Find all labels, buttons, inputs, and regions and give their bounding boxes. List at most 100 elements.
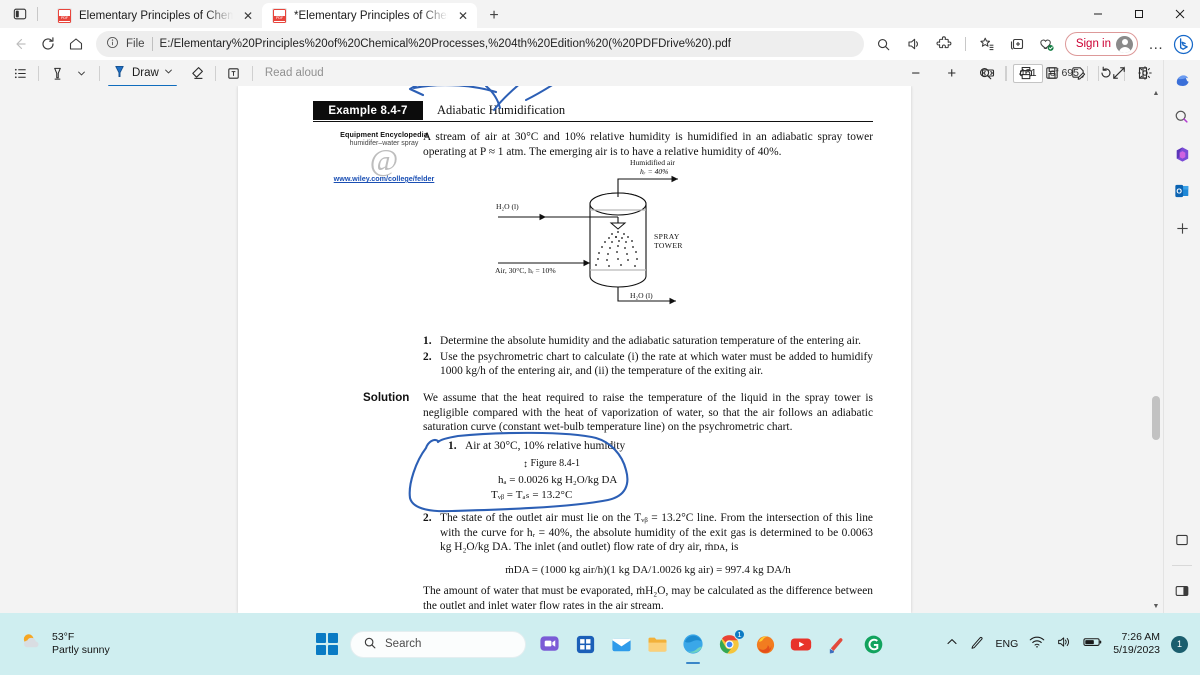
volume-icon[interactable] (1056, 635, 1072, 654)
omnibox-divider (151, 37, 153, 51)
browser-sidebar: O (1163, 60, 1200, 613)
scroll-up-arrow-icon[interactable]: ▲ (1149, 86, 1163, 100)
list-number: 2. (423, 512, 432, 524)
collections-icon[interactable] (1003, 30, 1031, 58)
zoom-out-button[interactable]: − (904, 62, 928, 84)
read-aloud-icon[interactable] (900, 30, 928, 58)
search-sidebar-icon[interactable] (1168, 103, 1196, 131)
back-arrow-icon[interactable] (6, 30, 34, 58)
eraser-icon[interactable] (185, 62, 209, 84)
highlighter-icon[interactable] (45, 62, 69, 84)
info-circle-icon[interactable] (106, 36, 119, 52)
pdf-viewer[interactable]: Example 8.4-7 Adiabatic Humidification E… (0, 86, 1163, 613)
browser-actions: Sign in … (870, 30, 1194, 58)
battery-icon[interactable] (1083, 635, 1102, 653)
list-item: 2. Use the psychrometric chart to calcul… (423, 350, 873, 379)
taskbar-app-microsoft-edge[interactable] (680, 631, 706, 657)
problem-statement: A stream of air at 30°C and 10% relative… (423, 131, 873, 158)
extensions-puzzle-icon[interactable] (930, 30, 958, 58)
settings-gear-icon[interactable] (1133, 62, 1157, 84)
fullscreen-icon[interactable] (1107, 62, 1131, 84)
sign-in-label: Sign in (1075, 38, 1111, 50)
list-number: 2. (423, 350, 432, 363)
read-aloud-label[interactable]: Read aloud (259, 67, 330, 79)
tab-close-icon[interactable]: ✕ (455, 8, 471, 24)
questions-list: 1. Determine the absolute humidity and t… (423, 334, 873, 380)
new-tab-button[interactable]: + (481, 4, 507, 28)
equation-twb: Tᵥᵦ = Tₐₛ = 13.2°C (491, 489, 573, 501)
spray-tower-diagram: Humidified air hᵣ = 40% H₂O (l) Air, 30°… (478, 158, 808, 324)
taskbar-app-microsoft-store[interactable] (572, 631, 598, 657)
scrollbar-thumb[interactable] (1152, 396, 1160, 440)
taskbar-app-youtube[interactable] (788, 631, 814, 657)
zoom-in-button[interactable]: + (940, 62, 964, 84)
add-text-icon[interactable] (222, 62, 246, 84)
diagram-label-tower-2: TOWER (654, 241, 683, 250)
taskbar-app-epic-games[interactable] (860, 631, 886, 657)
viewer-scrollbar[interactable]: ▲ ▼ (1149, 86, 1163, 613)
taskbar-app-ccleaner[interactable] (824, 631, 850, 657)
favorites-star-icon[interactable] (973, 30, 1001, 58)
home-icon[interactable] (62, 30, 90, 58)
url-text: E:/Elementary%20Principles%20of%20Chemic… (159, 38, 731, 50)
save-icon[interactable] (1040, 62, 1064, 84)
taskbar-search[interactable]: Search (350, 630, 526, 658)
solution-step-1: 1. Air at 30°C, 10% relative humidity (448, 440, 868, 452)
chrome-notification-badge: 1 (734, 629, 745, 640)
notes-icon[interactable] (1168, 526, 1196, 554)
maximize-button[interactable] (1118, 0, 1159, 28)
equipment-url[interactable]: www.wiley.com/college/felder (310, 174, 458, 183)
list-item: 2. The state of the outlet air must lie … (423, 511, 873, 555)
print-icon[interactable] (1014, 62, 1038, 84)
bing-copilot-icon[interactable] (1172, 33, 1194, 55)
address-bar[interactable]: File E:/Elementary%20Principles%20of%20C… (96, 31, 864, 57)
scroll-down-arrow-icon[interactable]: ▼ (1149, 599, 1163, 613)
minimize-button[interactable] (1077, 0, 1118, 28)
windows-start-icon[interactable] (314, 631, 340, 657)
microsoft-365-icon[interactable] (1168, 140, 1196, 168)
tab-divider (37, 7, 38, 21)
tab-close-icon[interactable]: ✕ (240, 8, 256, 24)
find-in-page-icon[interactable] (870, 30, 898, 58)
browser-tab-2[interactable]: *Elementary Principles of Chemic ✕ (262, 3, 477, 28)
toolbar-divider (1005, 65, 1006, 81)
customize-sidebar-icon[interactable] (1168, 577, 1196, 605)
tab-actions-icon[interactable] (8, 3, 32, 25)
draw-tool-button[interactable]: Draw (106, 62, 179, 87)
table-of-contents-icon[interactable] (8, 62, 32, 84)
language-indicator[interactable]: ENG (996, 638, 1019, 650)
list-item: 1. Determine the absolute humidity and t… (423, 334, 873, 349)
toolbar-divider (99, 65, 100, 81)
taskbar-app-teams-chat[interactable] (536, 631, 562, 657)
taskbar-clock[interactable]: 7:26 AM 5/19/2023 (1113, 631, 1160, 657)
save-as-icon[interactable] (1066, 62, 1090, 84)
refresh-icon[interactable] (34, 30, 62, 58)
figure-reference: ↕ Figure 8.4-1 (523, 458, 580, 470)
search-icon[interactable] (973, 62, 997, 84)
notification-badge[interactable]: 1 (1171, 635, 1188, 653)
windows-ink-icon[interactable] (969, 634, 985, 655)
add-sidebar-icon[interactable] (1168, 214, 1196, 242)
browser-tab-1[interactable]: Elementary Principles of Chemical ✕ (47, 3, 262, 28)
taskbar-app-file-explorer[interactable] (644, 631, 670, 657)
taskbar-app-firefox[interactable] (752, 631, 778, 657)
highlighter-chevron-down-icon[interactable] (69, 62, 93, 84)
taskbar-app-mail[interactable] (608, 631, 634, 657)
browser-essentials-icon[interactable] (1033, 30, 1061, 58)
wifi-icon[interactable] (1029, 635, 1045, 654)
taskbar-center: Search 1 (314, 629, 886, 658)
copilot-sidebar-icon[interactable] (1168, 66, 1196, 94)
sign-in-button[interactable]: Sign in (1064, 32, 1138, 56)
show-hidden-icons-chevron[interactable] (946, 635, 958, 653)
outlook-icon[interactable]: O (1168, 177, 1196, 205)
example-title: Adiabatic Humidification (437, 103, 566, 117)
toolbar-divider (964, 37, 966, 51)
toolbar-divider (38, 65, 39, 81)
taskbar-app-google-chrome[interactable]: 1 (716, 629, 745, 657)
more-options-icon[interactable]: … (1142, 30, 1170, 58)
draw-chevron-down-icon[interactable] (164, 67, 173, 79)
sidebar-divider (1172, 565, 1192, 566)
weather-widget[interactable]: 53°F Partly sunny (20, 631, 230, 658)
example-header: Example 8.4-7 Adiabatic Humidification (313, 101, 873, 122)
close-button[interactable] (1159, 0, 1200, 28)
